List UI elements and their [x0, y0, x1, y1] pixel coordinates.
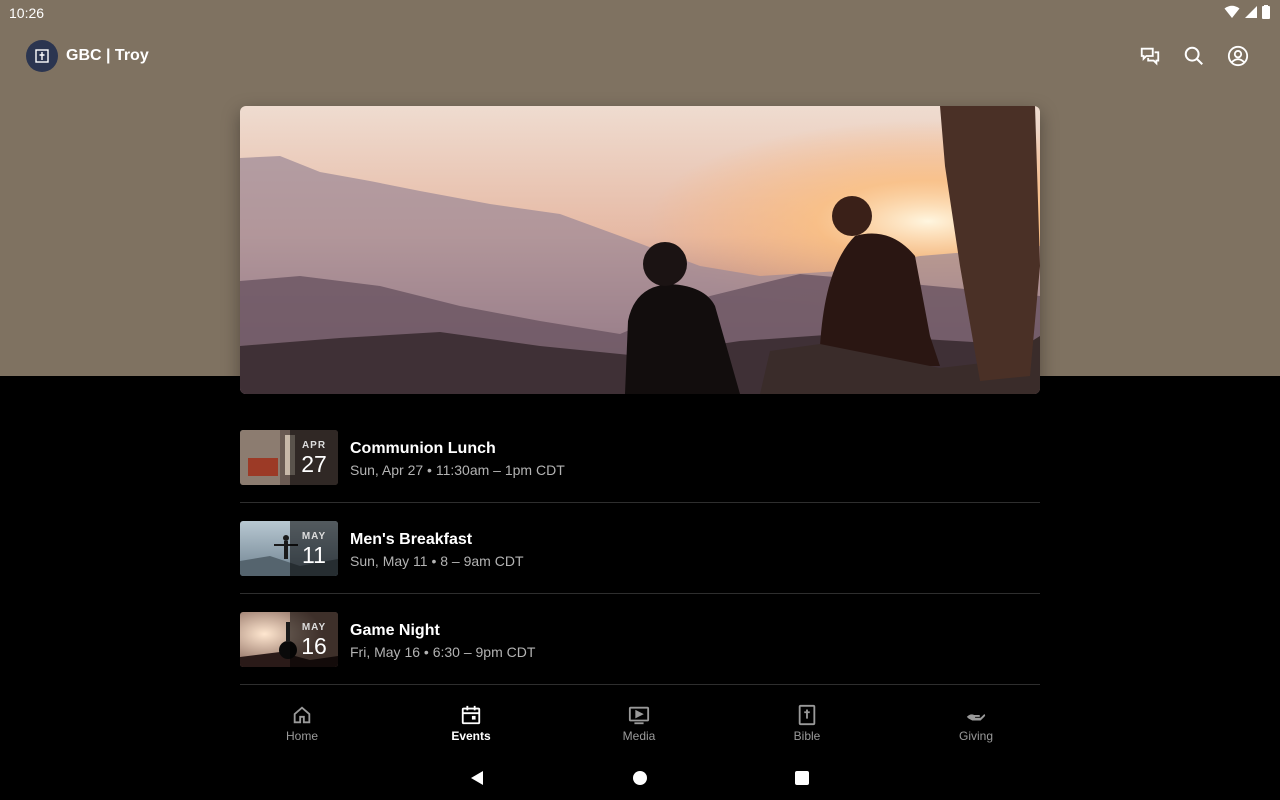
- home-circle-icon[interactable]: [628, 766, 652, 790]
- event-title: Game Night: [350, 622, 440, 639]
- back-icon[interactable]: [465, 766, 489, 790]
- church-logo[interactable]: [26, 40, 58, 72]
- date-badge: APR 27: [290, 430, 338, 485]
- battery-icon: [1262, 5, 1270, 24]
- event-datetime: Sun, May 11 • 8 – 9am CDT: [350, 553, 524, 569]
- media-icon: [628, 706, 650, 725]
- date-day: 16: [301, 632, 327, 659]
- status-bar: 10:26: [0, 0, 1280, 26]
- signal-icon: [1244, 5, 1258, 24]
- nav-label-media: Media: [622, 729, 656, 743]
- status-time: 10:26: [9, 5, 45, 21]
- nav-item-events[interactable]: Events: [411, 704, 531, 743]
- search-icon[interactable]: [1182, 44, 1206, 68]
- recents-square-icon[interactable]: [790, 766, 814, 790]
- event-thumbnail: MAY 16: [240, 612, 338, 667]
- date-day: 27: [301, 450, 327, 477]
- bottom-navigation: Home Events Media Bible Giving: [0, 698, 1280, 754]
- app-title: GBC | Troy: [66, 47, 149, 64]
- date-month: APR: [301, 439, 327, 451]
- event-row[interactable]: APR 27 Communion Lunch Sun, Apr 27 • 11:…: [240, 412, 1040, 503]
- system-navigation-bar: [0, 756, 1280, 800]
- event-row[interactable]: MAY 16 Game Night Fri, May 16 • 6:30 – 9…: [240, 594, 1040, 685]
- event-row[interactable]: MAY 11 Men's Breakfast Sun, May 11 • 8 –…: [240, 503, 1040, 594]
- giving-hand-icon: [966, 714, 986, 721]
- event-datetime: Sun, Apr 27 • 11:30am – 1pm CDT: [350, 462, 565, 478]
- app-actions: [1138, 44, 1250, 68]
- date-month: MAY: [301, 530, 327, 542]
- events-list: APR 27 Communion Lunch Sun, Apr 27 • 11:…: [240, 412, 1040, 685]
- nav-label-events: Events: [451, 729, 491, 743]
- event-datetime: Fri, May 16 • 6:30 – 9pm CDT: [350, 644, 536, 660]
- nav-item-media[interactable]: Media: [579, 704, 699, 743]
- book-cross-icon: [35, 49, 49, 63]
- account-icon[interactable]: [1226, 44, 1250, 68]
- event-thumbnail: APR 27: [240, 430, 338, 485]
- nav-label-home: Home: [285, 729, 318, 743]
- home-icon: [293, 706, 311, 724]
- hero-banner-image[interactable]: [240, 106, 1040, 394]
- date-month: MAY: [301, 621, 327, 633]
- chat-icon[interactable]: [1138, 44, 1162, 68]
- date-day: 11: [302, 541, 326, 568]
- nav-label-bible: Bible: [793, 729, 821, 743]
- event-title: Men's Breakfast: [350, 531, 473, 548]
- event-thumbnail: MAY 11: [240, 521, 338, 576]
- app-bar: GBC | Troy: [0, 34, 1280, 78]
- status-icons: [1224, 5, 1270, 24]
- wifi-icon: [1224, 5, 1240, 24]
- date-badge: MAY 11: [290, 521, 338, 576]
- nav-item-giving[interactable]: Giving: [916, 704, 1036, 743]
- event-title: Communion Lunch: [350, 440, 496, 457]
- calendar-icon: [461, 705, 481, 725]
- bible-icon: [798, 704, 816, 726]
- date-badge: MAY 16: [290, 612, 338, 667]
- nav-item-home[interactable]: Home: [242, 704, 362, 743]
- nav-item-bible[interactable]: Bible: [747, 704, 867, 743]
- nav-label-giving: Giving: [958, 729, 993, 743]
